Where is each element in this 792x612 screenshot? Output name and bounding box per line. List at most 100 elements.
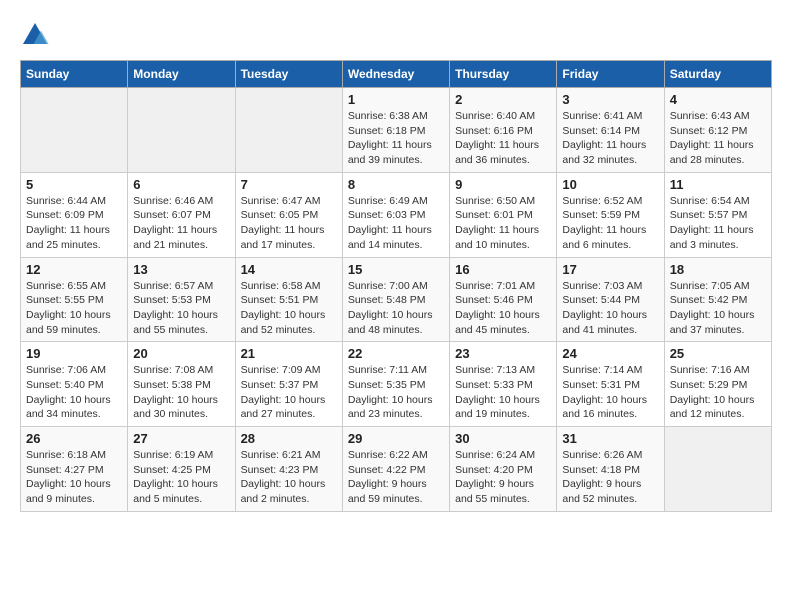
day-info: Sunrise: 6:43 AM Sunset: 6:12 PM Dayligh… [670,109,766,168]
calendar-cell: 13Sunrise: 6:57 AM Sunset: 5:53 PM Dayli… [128,257,235,342]
day-number: 6 [133,177,229,192]
dow-header-tuesday: Tuesday [235,61,342,88]
day-info: Sunrise: 6:55 AM Sunset: 5:55 PM Dayligh… [26,279,122,338]
calendar-cell: 26 Sunrise: 6:18 AM Sunset: 4:27 PM Dayli… [21,427,128,512]
day-number: 17 [562,262,658,277]
calendar-cell: 30 Sunrise: 6:24 AM Sunset: 4:20 PM Dayli… [450,427,557,512]
day-info: Sunrise: 7:03 AM Sunset: 5:44 PM Dayligh… [562,279,658,338]
calendar-cell: 9 Sunrise: 6:50 AM Sunset: 6:01 PM Daylig… [450,172,557,257]
day-info: Sunrise: 6:18 AM Sunset: 4:27 PM Dayligh… [26,448,122,507]
day-info: Sunrise: 7:05 AM Sunset: 5:42 PM Dayligh… [670,279,766,338]
day-info: Sunrise: 7:11 AM Sunset: 5:35 PM Dayligh… [348,363,444,422]
day-info: Sunrise: 7:00 AM Sunset: 5:48 PM Dayligh… [348,279,444,338]
day-number: 11 [670,177,766,192]
day-number: 28 [241,431,337,446]
day-number: 4 [670,92,766,107]
day-info: Sunrise: 7:01 AM Sunset: 5:46 PM Dayligh… [455,279,551,338]
day-number: 27 [133,431,229,446]
day-number: 16 [455,262,551,277]
calendar-cell: 1 Sunrise: 6:38 AM Sunset: 6:18 PM Daylig… [342,88,449,173]
dow-header-friday: Friday [557,61,664,88]
calendar-week-5: 26 Sunrise: 6:18 AM Sunset: 4:27 PM Dayli… [21,427,772,512]
calendar-cell: 10Sunrise: 6:52 AM Sunset: 5:59 PM Dayli… [557,172,664,257]
day-info: Sunrise: 7:08 AM Sunset: 5:38 PM Dayligh… [133,363,229,422]
day-info: Sunrise: 6:22 AM Sunset: 4:22 PM Dayligh… [348,448,444,507]
dow-header-saturday: Saturday [664,61,771,88]
day-info: Sunrise: 6:46 AM Sunset: 6:07 PM Dayligh… [133,194,229,253]
calendar-cell: 17 Sunrise: 7:03 AM Sunset: 5:44 PM Dayli… [557,257,664,342]
day-info: Sunrise: 6:58 AM Sunset: 5:51 PM Dayligh… [241,279,337,338]
day-number: 5 [26,177,122,192]
logo [20,20,54,50]
calendar-week-1: 1 Sunrise: 6:38 AM Sunset: 6:18 PM Daylig… [21,88,772,173]
day-number: 26 [26,431,122,446]
day-info: Sunrise: 7:13 AM Sunset: 5:33 PM Dayligh… [455,363,551,422]
calendar-cell: 19 Sunrise: 7:06 AM Sunset: 5:40 PM Dayli… [21,342,128,427]
calendar-cell: 24 Sunrise: 7:14 AM Sunset: 5:31 PM Dayli… [557,342,664,427]
day-number: 15 [348,262,444,277]
calendar-week-4: 19 Sunrise: 7:06 AM Sunset: 5:40 PM Dayli… [21,342,772,427]
calendar-cell: 14 Sunrise: 6:58 AM Sunset: 5:51 PM Dayli… [235,257,342,342]
day-info: Sunrise: 7:14 AM Sunset: 5:31 PM Dayligh… [562,363,658,422]
calendar-cell: 23 Sunrise: 7:13 AM Sunset: 5:33 PM Dayli… [450,342,557,427]
calendar-week-3: 12 Sunrise: 6:55 AM Sunset: 5:55 PM Dayli… [21,257,772,342]
calendar-cell: 25 Sunrise: 7:16 AM Sunset: 5:29 PM Dayli… [664,342,771,427]
calendar-cell [128,88,235,173]
day-number: 31 [562,431,658,446]
calendar-cell: 31 Sunrise: 6:26 AM Sunset: 4:18 PM Dayli… [557,427,664,512]
day-number: 12 [26,262,122,277]
calendar-week-2: 5 Sunrise: 6:44 AM Sunset: 6:09 PM Daylig… [21,172,772,257]
day-number: 1 [348,92,444,107]
day-number: 14 [241,262,337,277]
day-number: 2 [455,92,551,107]
day-number: 3 [562,92,658,107]
day-number: 13 [133,262,229,277]
day-number: 29 [348,431,444,446]
calendar-cell: 4 Sunrise: 6:43 AM Sunset: 6:12 PM Daylig… [664,88,771,173]
day-number: 8 [348,177,444,192]
calendar-cell: 7 Sunrise: 6:47 AM Sunset: 6:05 PM Daylig… [235,172,342,257]
calendar-cell: 8 Sunrise: 6:49 AM Sunset: 6:03 PM Daylig… [342,172,449,257]
calendar-cell: 15 Sunrise: 7:00 AM Sunset: 5:48 PM Dayli… [342,257,449,342]
day-info: Sunrise: 6:54 AM Sunset: 5:57 PM Dayligh… [670,194,766,253]
dow-header-wednesday: Wednesday [342,61,449,88]
day-info: Sunrise: 6:50 AM Sunset: 6:01 PM Dayligh… [455,194,551,253]
day-info: Sunrise: 7:16 AM Sunset: 5:29 PM Dayligh… [670,363,766,422]
calendar-cell: 27Sunrise: 6:19 AM Sunset: 4:25 PM Dayli… [128,427,235,512]
day-number: 19 [26,346,122,361]
calendar-cell: 3 Sunrise: 6:41 AM Sunset: 6:14 PM Daylig… [557,88,664,173]
day-info: Sunrise: 6:38 AM Sunset: 6:18 PM Dayligh… [348,109,444,168]
dow-header-thursday: Thursday [450,61,557,88]
day-info: Sunrise: 6:44 AM Sunset: 6:09 PM Dayligh… [26,194,122,253]
day-info: Sunrise: 7:09 AM Sunset: 5:37 PM Dayligh… [241,363,337,422]
day-number: 7 [241,177,337,192]
calendar-cell: 22 Sunrise: 7:11 AM Sunset: 5:35 PM Dayli… [342,342,449,427]
day-number: 10 [562,177,658,192]
day-info: Sunrise: 6:24 AM Sunset: 4:20 PM Dayligh… [455,448,551,507]
day-info: Sunrise: 6:26 AM Sunset: 4:18 PM Dayligh… [562,448,658,507]
calendar-cell: 29 Sunrise: 6:22 AM Sunset: 4:22 PM Dayli… [342,427,449,512]
calendar-cell: 16 Sunrise: 7:01 AM Sunset: 5:46 PM Dayli… [450,257,557,342]
day-number: 9 [455,177,551,192]
day-number: 24 [562,346,658,361]
calendar-cell [235,88,342,173]
day-number: 23 [455,346,551,361]
day-info: Sunrise: 7:06 AM Sunset: 5:40 PM Dayligh… [26,363,122,422]
day-number: 25 [670,346,766,361]
calendar-cell [21,88,128,173]
day-info: Sunrise: 6:41 AM Sunset: 6:14 PM Dayligh… [562,109,658,168]
day-number: 22 [348,346,444,361]
calendar-cell: 21Sunrise: 7:09 AM Sunset: 5:37 PM Dayli… [235,342,342,427]
dow-header-sunday: Sunday [21,61,128,88]
calendar-cell: 6 Sunrise: 6:46 AM Sunset: 6:07 PM Daylig… [128,172,235,257]
calendar-cell: 18Sunrise: 7:05 AM Sunset: 5:42 PM Dayli… [664,257,771,342]
day-info: Sunrise: 6:21 AM Sunset: 4:23 PM Dayligh… [241,448,337,507]
page-header [20,20,772,50]
day-number: 30 [455,431,551,446]
dow-header-monday: Monday [128,61,235,88]
day-info: Sunrise: 6:47 AM Sunset: 6:05 PM Dayligh… [241,194,337,253]
calendar-cell: 2Sunrise: 6:40 AM Sunset: 6:16 PM Daylig… [450,88,557,173]
calendar-table: SundayMondayTuesdayWednesdayThursdayFrid… [20,60,772,512]
day-info: Sunrise: 6:49 AM Sunset: 6:03 PM Dayligh… [348,194,444,253]
logo-icon [20,20,50,50]
